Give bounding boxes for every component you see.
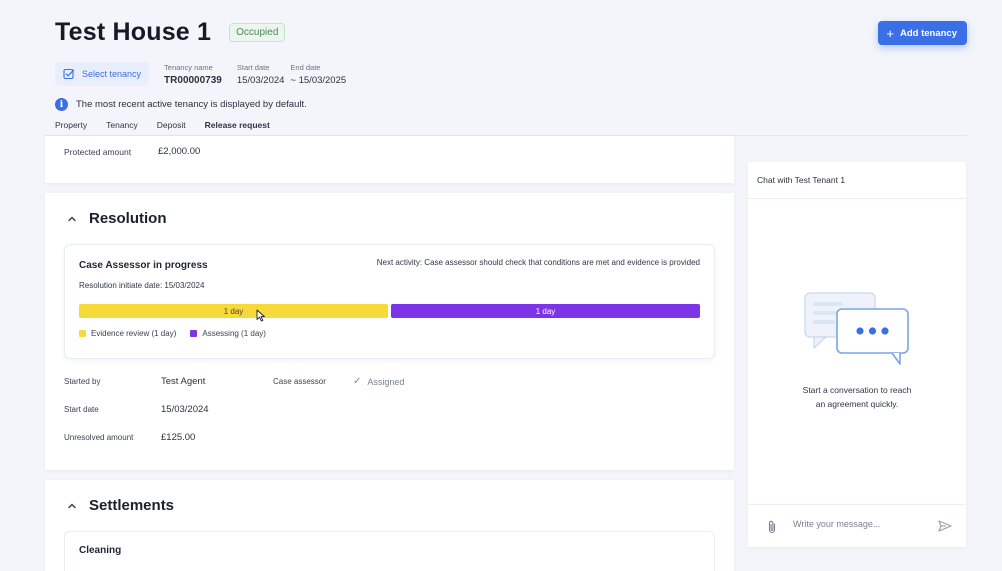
page-header: Test House 1 Occupied + Add tenancy Sele…	[55, 18, 967, 111]
protected-amount-label: Protected amount	[64, 146, 132, 157]
chat-title: Chat with Test Tenant 1	[748, 162, 966, 199]
check-icon: ✓	[353, 376, 362, 387]
started-by-row: Started by Test Agent Case assessor ✓ As…	[64, 376, 404, 387]
chevron-up-icon[interactable]	[67, 501, 77, 511]
legend-evidence-label: Evidence review (1 day)	[91, 329, 177, 338]
resolution-header[interactable]: Resolution	[67, 210, 167, 227]
chat-empty-line1: Start a conversation to reach	[802, 385, 912, 395]
add-tenancy-label: Add tenancy	[899, 27, 957, 39]
paperclip-icon[interactable]	[767, 520, 777, 534]
legend-assessing: Assessing (1 day)	[190, 329, 266, 338]
add-tenancy-button[interactable]: + Add tenancy	[878, 21, 967, 45]
chat-empty-line2: an agreement quickly.	[815, 399, 899, 409]
legend-evidence-review: Evidence review (1 day)	[79, 329, 176, 338]
resolution-start-date-value: 15/03/2024	[161, 404, 209, 415]
case-assessor-label: Case assessor	[273, 377, 326, 386]
select-tenancy-label: Select tenancy	[82, 69, 142, 79]
chat-bubbles-icon	[804, 292, 909, 365]
page-title: Test House 1	[55, 18, 212, 46]
next-activity-text: Next activity: Case assessor should chec…	[376, 258, 700, 267]
resolution-start-date-label: Start date	[64, 405, 99, 414]
case-assessor-value: Assigned	[367, 376, 405, 387]
unresolved-amount-label: Unresolved amount	[64, 433, 134, 442]
resolution-title: Resolution	[89, 210, 167, 227]
end-date-label: End date	[290, 62, 321, 72]
tenancy-name-label: Tenancy name	[164, 62, 213, 72]
settlement-item-title: Cleaning	[79, 545, 122, 556]
legend-swatch-purple	[190, 330, 198, 337]
mouse-cursor-icon	[256, 309, 265, 322]
info-text: The most recent active tenancy is displa…	[76, 99, 307, 110]
settlement-item-cleaning: Cleaning	[64, 531, 715, 571]
send-icon[interactable]	[938, 520, 952, 532]
chat-composer	[748, 504, 966, 547]
chat-message-input[interactable]	[793, 514, 933, 534]
evidence-review-bar: 1 day	[79, 304, 388, 318]
select-tenancy-button[interactable]: Select tenancy	[55, 62, 150, 86]
chat-empty-message: Start a conversation to reach an agreeme…	[748, 383, 966, 411]
chat-panel: Chat with Test Tenant 1 Start a conversa…	[748, 162, 966, 547]
progress-legend: Evidence review (1 day) Assessing (1 day…	[79, 329, 266, 338]
started-by-value: Test Agent	[161, 376, 206, 387]
start-date-label: Start date	[236, 62, 270, 72]
protected-amount-card: Protected amount £2,000.00	[45, 136, 734, 183]
started-by-label: Started by	[64, 377, 101, 386]
tenancy-name-value: TR00000739	[164, 74, 222, 86]
tenancy-start: Start date 15/03/2024	[237, 63, 285, 86]
resolution-status-title: Case Assessor in progress	[79, 260, 208, 271]
assessing-bar: 1 day	[391, 304, 700, 318]
tenancy-end: End date ~ 15/03/2025	[290, 63, 346, 86]
start-date-row: Start date 15/03/2024	[64, 404, 209, 415]
plus-icon: +	[886, 25, 894, 41]
settlements-card: Settlements Cleaning	[45, 480, 734, 571]
chevron-up-icon[interactable]	[67, 214, 77, 224]
tenancy-name: Tenancy name TR00000739	[164, 63, 222, 86]
resolution-initiate-date: Resolution initiate date: 15/03/2024	[79, 281, 205, 290]
checkbox-edit-icon	[63, 68, 75, 80]
status-badge: Occupied	[229, 23, 286, 42]
info-icon: i	[55, 98, 68, 111]
protected-amount-value: £2,000.00	[158, 146, 201, 157]
unresolved-amount-value: £125.00	[161, 432, 196, 443]
legend-swatch-yellow	[79, 330, 86, 337]
legend-assessing-label: Assessing (1 day)	[202, 329, 266, 338]
unresolved-amount-row: Unresolved amount £125.00	[64, 432, 195, 443]
end-date-value: ~ 15/03/2025	[290, 74, 347, 86]
info-banner: i The most recent active tenancy is disp…	[55, 98, 967, 111]
resolution-progress-box: Case Assessor in progress Next activity:…	[64, 244, 715, 359]
settlements-header[interactable]: Settlements	[67, 497, 174, 514]
resolution-card: Resolution Case Assessor in progress Nex…	[45, 193, 734, 470]
settlements-title: Settlements	[89, 497, 175, 514]
start-date-value: 15/03/2024	[236, 74, 285, 86]
